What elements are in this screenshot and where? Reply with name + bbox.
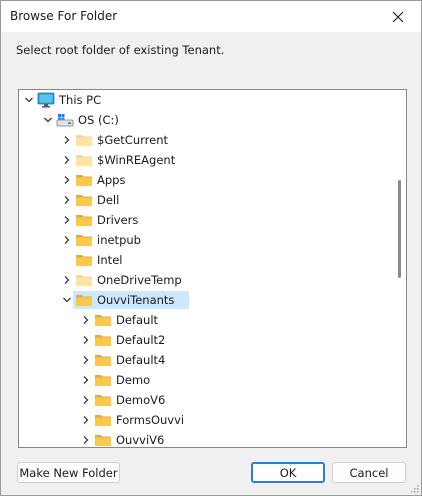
vertical-scrollbar[interactable] [392, 90, 406, 447]
chevron-right-icon[interactable] [79, 313, 93, 327]
folder-icon [75, 252, 93, 268]
tree-item[interactable]: Demo [19, 370, 391, 390]
browse-folder-dialog: Browse For Folder Select root folder of … [0, 0, 422, 496]
folder-hidden-icon [75, 132, 93, 148]
tree-item[interactable]: $WinREAgent [19, 150, 391, 170]
tree-item-label: Default2 [116, 333, 166, 347]
tree-item[interactable]: OuvviV6 [19, 430, 391, 447]
folder-icon [94, 352, 112, 368]
tree-item[interactable]: Apps [19, 170, 391, 190]
folder-icon [75, 232, 93, 248]
scrollbar-thumb[interactable] [398, 180, 401, 278]
folder-hidden-icon [75, 152, 93, 168]
folder-hidden-icon [75, 272, 93, 288]
folder-icon [75, 192, 93, 208]
chevron-right-icon[interactable] [79, 333, 93, 347]
tree-item[interactable]: OS (C:) [19, 110, 391, 130]
tree-item-label: Dell [97, 193, 120, 207]
tree-item[interactable]: OuvviTenants [19, 290, 391, 310]
folder-icon [94, 372, 112, 388]
chevron-right-icon[interactable] [79, 393, 93, 407]
chevron-right-icon[interactable] [60, 193, 74, 207]
tree-item-label: OneDriveTemp [97, 273, 182, 287]
monitor-icon [37, 92, 55, 108]
chevron-right-icon[interactable] [60, 233, 74, 247]
folder-icon [94, 412, 112, 428]
tree-item-label: OuvviV6 [116, 433, 165, 447]
folder-icon [75, 292, 93, 308]
resize-grip-icon[interactable] [409, 483, 419, 493]
dialog-title: Browse For Folder [10, 9, 118, 23]
tree-item[interactable]: Dell [19, 190, 391, 210]
chevron-right-icon[interactable] [60, 273, 74, 287]
folder-icon [94, 432, 112, 447]
tree-item-label: OuvviTenants [97, 293, 175, 307]
instruction-text: Select root folder of existing Tenant. [16, 43, 225, 57]
folder-tree[interactable]: This PC OS (C:) $GetCurrent $WinREAgent Apps… [18, 89, 407, 448]
title-bar[interactable]: Browse For Folder [1, 1, 421, 32]
folder-icon [94, 392, 112, 408]
chevron-down-icon[interactable] [22, 93, 36, 107]
drive-icon [56, 112, 74, 128]
chevron-right-icon[interactable] [79, 373, 93, 387]
tree-item-label: Apps [97, 173, 126, 187]
tree-item[interactable]: Default2 [19, 330, 391, 350]
chevron-right-icon[interactable] [79, 353, 93, 367]
tree-item[interactable]: OneDriveTemp [19, 270, 391, 290]
make-new-folder-button[interactable]: Make New Folder [17, 462, 120, 483]
tree-item[interactable]: Intel [19, 250, 391, 270]
folder-icon [94, 312, 112, 328]
chevron-down-icon[interactable] [41, 113, 55, 127]
tree-item[interactable]: Default [19, 310, 391, 330]
tree-item-label: Intel [97, 253, 123, 267]
folder-icon [75, 212, 93, 228]
tree-item[interactable]: Default4 [19, 350, 391, 370]
tree-item[interactable]: DemoV6 [19, 390, 391, 410]
chevron-right-icon[interactable] [60, 133, 74, 147]
tree-item[interactable]: inetpub [19, 230, 391, 250]
ok-button[interactable]: OK [251, 462, 325, 483]
tree-item[interactable]: FormsOuvvi [19, 410, 391, 430]
cancel-button[interactable]: Cancel [332, 462, 406, 483]
chevron-down-icon[interactable] [60, 293, 74, 307]
tree-item-label: Default4 [116, 353, 166, 367]
close-button[interactable] [375, 1, 421, 32]
tree-item[interactable]: Drivers [19, 210, 391, 230]
tree-item-label: This PC [59, 93, 102, 107]
chevron-right-icon[interactable] [60, 213, 74, 227]
chevron-right-icon[interactable] [79, 413, 93, 427]
tree-item-label: Drivers [97, 213, 139, 227]
tree-item[interactable]: This PC [19, 90, 391, 110]
folder-icon [75, 172, 93, 188]
tree-item-label: DemoV6 [116, 393, 166, 407]
tree-item-label: inetpub [97, 233, 141, 247]
close-icon [392, 11, 404, 22]
tree-item-label: $GetCurrent [97, 133, 169, 147]
tree-item-label: Default [116, 313, 159, 327]
chevron-right-icon[interactable] [79, 433, 93, 447]
folder-icon [94, 332, 112, 348]
tree-item[interactable]: $GetCurrent [19, 130, 391, 150]
tree-item-label: FormsOuvvi [116, 413, 185, 427]
chevron-right-icon[interactable] [60, 173, 74, 187]
tree-item-label: Demo [116, 373, 151, 387]
tree-item-label: $WinREAgent [97, 153, 176, 167]
tree-item-label: OS (C:) [78, 113, 119, 127]
chevron-right-icon[interactable] [60, 153, 74, 167]
